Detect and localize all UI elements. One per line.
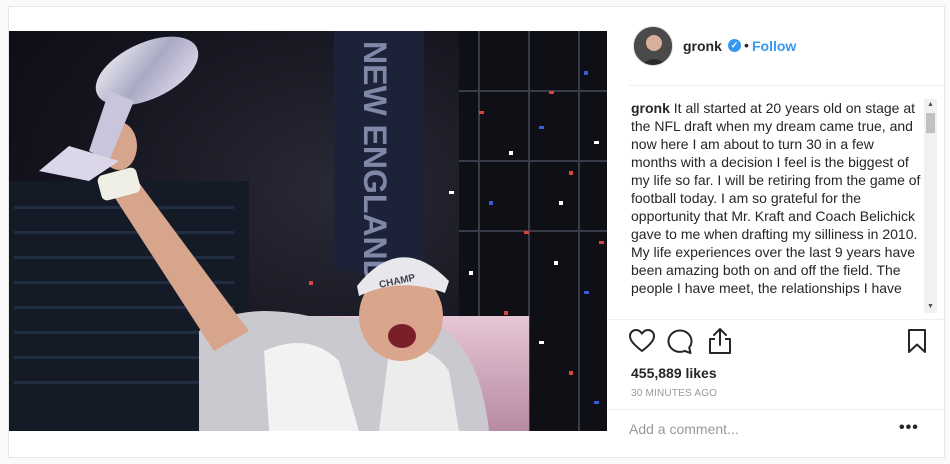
actions-divider [607,319,944,320]
comment-bubble-icon[interactable] [667,329,693,355]
scroll-up-icon[interactable]: ▲ [924,99,937,111]
user-avatar[interactable] [633,26,673,66]
more-options-icon[interactable]: ••• [899,419,919,437]
heart-icon[interactable] [629,329,655,353]
post-sidebar: gronk ✓ • Follow gronk It all started at… [607,7,944,457]
username-link[interactable]: gronk [683,38,722,54]
follow-button[interactable]: Follow [752,38,796,54]
avatar-image [634,27,672,65]
caption-area: gronk It all started at 20 years old on … [631,99,921,313]
instagram-post: NEW ENGLAND PATRIOTS CHAMP gronk ✓ • Fol… [8,6,945,458]
post-timestamp[interactable]: 30 MINUTES AGO [631,388,717,399]
caption-username[interactable]: gronk [631,100,670,116]
like-count[interactable]: 455,889 likes [631,365,717,381]
comment-divider [607,409,944,410]
caption-scrollbar[interactable]: ▲ ▼ [924,99,937,313]
caption-text: It all started at 20 years old on stage … [631,100,921,296]
verified-badge-icon: ✓ [728,39,741,52]
scroll-down-icon[interactable]: ▼ [924,301,937,313]
post-media: NEW ENGLAND PATRIOTS CHAMP [9,7,607,457]
separator-dot: • [744,37,749,53]
add-comment-input[interactable] [629,417,879,441]
photo-illustration: NEW ENGLAND PATRIOTS CHAMP [9,31,607,431]
scroll-thumb[interactable] [926,113,935,133]
share-upload-icon[interactable] [707,327,733,355]
header-divider [629,85,944,86]
post-photo[interactable]: NEW ENGLAND PATRIOTS CHAMP [9,31,607,431]
bookmark-icon[interactable] [907,328,927,354]
